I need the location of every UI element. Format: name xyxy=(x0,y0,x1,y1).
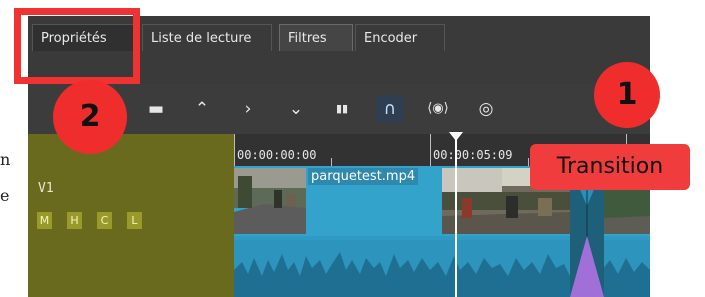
lift-button[interactable]: ▬ xyxy=(144,97,168,121)
tab-playlist[interactable]: Liste de lecture xyxy=(142,24,272,51)
annotation-highlight-box xyxy=(14,8,140,84)
edge-text-line2: e xyxy=(0,186,10,205)
ripple-icon: ⟨◉⟩ xyxy=(427,101,449,116)
clip-name: parquetest.mp4 xyxy=(308,168,419,185)
ruler-tick xyxy=(430,134,431,166)
edge-text-line1: n xyxy=(0,150,11,169)
ruler-tick xyxy=(528,158,529,166)
track-name: V1 xyxy=(38,181,54,196)
ruler-tick xyxy=(234,134,235,166)
lock-button[interactable]: L xyxy=(127,212,142,229)
chevron-up-icon: ⌃ xyxy=(194,99,210,119)
ripple-button[interactable]: ⟨◉⟩ xyxy=(426,97,450,121)
ripple-delete-button[interactable]: ⌄ xyxy=(284,97,308,121)
record-icon: ◎ xyxy=(478,99,494,119)
track-header-v1[interactable]: V1 M H C L xyxy=(28,134,234,297)
overwrite-button[interactable]: ⌃ xyxy=(190,97,214,121)
playhead[interactable] xyxy=(455,134,457,297)
street-scene-thumbnail xyxy=(234,168,306,234)
timecode-start: 00:00:00:00 xyxy=(237,148,317,162)
record-button[interactable]: ◎ xyxy=(474,97,498,121)
composite-button[interactable]: C xyxy=(97,212,112,229)
playhead-handle[interactable] xyxy=(449,132,463,141)
tab-filters[interactable]: Filtres xyxy=(279,24,353,51)
timecode-second: 00:00:05:09 xyxy=(433,148,513,162)
split-button[interactable]: ▮▮ xyxy=(330,97,354,121)
tab-encoder[interactable]: Encoder xyxy=(355,24,445,51)
chevron-right-icon: › xyxy=(244,99,252,119)
magnet-icon: ∩ xyxy=(383,99,397,119)
annotation-transition-label: Transition xyxy=(530,144,690,190)
chevron-down-icon: ⌄ xyxy=(288,99,304,119)
minus-icon: ▬ xyxy=(147,99,165,119)
annotation-marker-2: 2 xyxy=(53,80,127,154)
ruler-tick xyxy=(331,158,332,166)
clip-thumbnail-start xyxy=(234,168,306,234)
split-icon: ▮▮ xyxy=(335,102,349,115)
mute-button[interactable]: M xyxy=(37,212,52,229)
annotation-marker-1: 1 xyxy=(594,62,660,128)
hide-button[interactable]: H xyxy=(67,212,82,229)
append-button[interactable]: › xyxy=(236,97,260,121)
snap-button[interactable]: ∩ xyxy=(376,95,404,123)
